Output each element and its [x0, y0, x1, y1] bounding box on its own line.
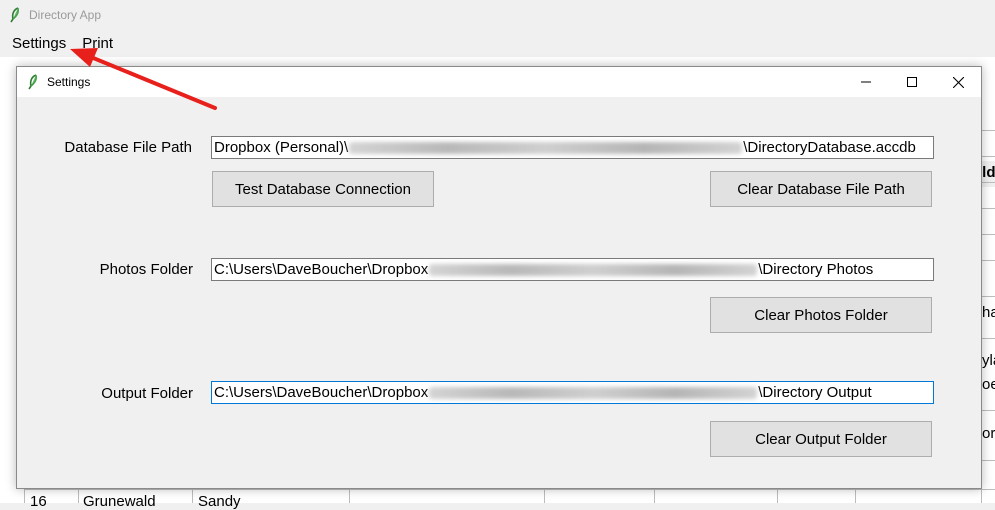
settings-dialog: Settings Database File Path Dropbox (Per… [16, 66, 982, 489]
bg-row-line [981, 410, 995, 411]
bg-column-line [544, 489, 545, 503]
menubar: Settings Print [0, 29, 995, 57]
photos-folder-label: Photos Folder [99, 261, 193, 278]
minimize-button[interactable] [843, 67, 889, 97]
bg-row-line [981, 182, 995, 183]
bg-row-line [981, 234, 995, 235]
menu-print[interactable]: Print [76, 35, 119, 52]
bg-row-line [981, 208, 995, 209]
dialog-titlebar[interactable]: Settings [17, 67, 981, 97]
redacted-path-segment [429, 387, 758, 400]
bg-column-line [78, 489, 79, 503]
bg-column-line [654, 489, 655, 503]
maximize-button[interactable] [889, 67, 935, 97]
maximize-icon [907, 77, 917, 87]
bg-row-line [981, 338, 995, 339]
bg-cell: ha [982, 304, 995, 321]
output-folder-label: Output Folder [101, 385, 193, 402]
clear-output-folder-button[interactable]: Clear Output Folder [710, 421, 932, 457]
bg-cell-row-number: 16 [30, 493, 47, 510]
dialog-title: Settings [47, 75, 91, 89]
database-path-label: Database File Path [64, 139, 192, 156]
minimize-icon [861, 81, 871, 83]
database-path-field[interactable]: Dropbox (Personal)\ \DirectoryDatabase.ac… [211, 136, 934, 159]
bg-row-line [981, 156, 995, 157]
bg-cell: yla [982, 352, 995, 369]
feather-icon [28, 74, 37, 90]
clear-photos-folder-button[interactable]: Clear Photos Folder [710, 297, 932, 333]
close-icon [952, 76, 964, 88]
feather-icon [10, 6, 19, 22]
redacted-path-segment [429, 264, 758, 277]
bg-cell: or [982, 425, 995, 442]
menu-settings[interactable]: Settings [6, 35, 72, 52]
app-title: Directory App [29, 7, 102, 22]
bg-cell-last-name: Grunewald [83, 493, 156, 510]
app-titlebar: Directory App [0, 0, 995, 29]
redacted-path-segment [349, 142, 743, 155]
bg-cell: oe [982, 376, 995, 393]
bg-column-line [349, 489, 350, 503]
bg-column-header: ild [981, 161, 995, 187]
close-button[interactable] [935, 67, 981, 97]
bg-column-line [855, 489, 856, 503]
bg-column-line [192, 489, 193, 503]
bg-column-line [777, 489, 778, 503]
test-database-connection-button[interactable]: Test Database Connection [212, 171, 434, 207]
bg-row-line [24, 489, 995, 490]
bg-column-line [24, 489, 25, 503]
bg-cell-first-name: Sandy [198, 493, 241, 510]
clear-database-path-button[interactable]: Clear Database File Path [710, 171, 932, 207]
bg-row-line [981, 130, 995, 131]
photos-folder-field[interactable]: C:\Users\DaveBoucher\Dropbox \Directory P… [211, 258, 934, 281]
bg-row-line [981, 296, 995, 297]
bg-row-line [981, 460, 995, 461]
output-folder-field[interactable]: C:\Users\DaveBoucher\Dropbox \Directory O… [211, 381, 934, 404]
bg-row-line [981, 260, 995, 261]
